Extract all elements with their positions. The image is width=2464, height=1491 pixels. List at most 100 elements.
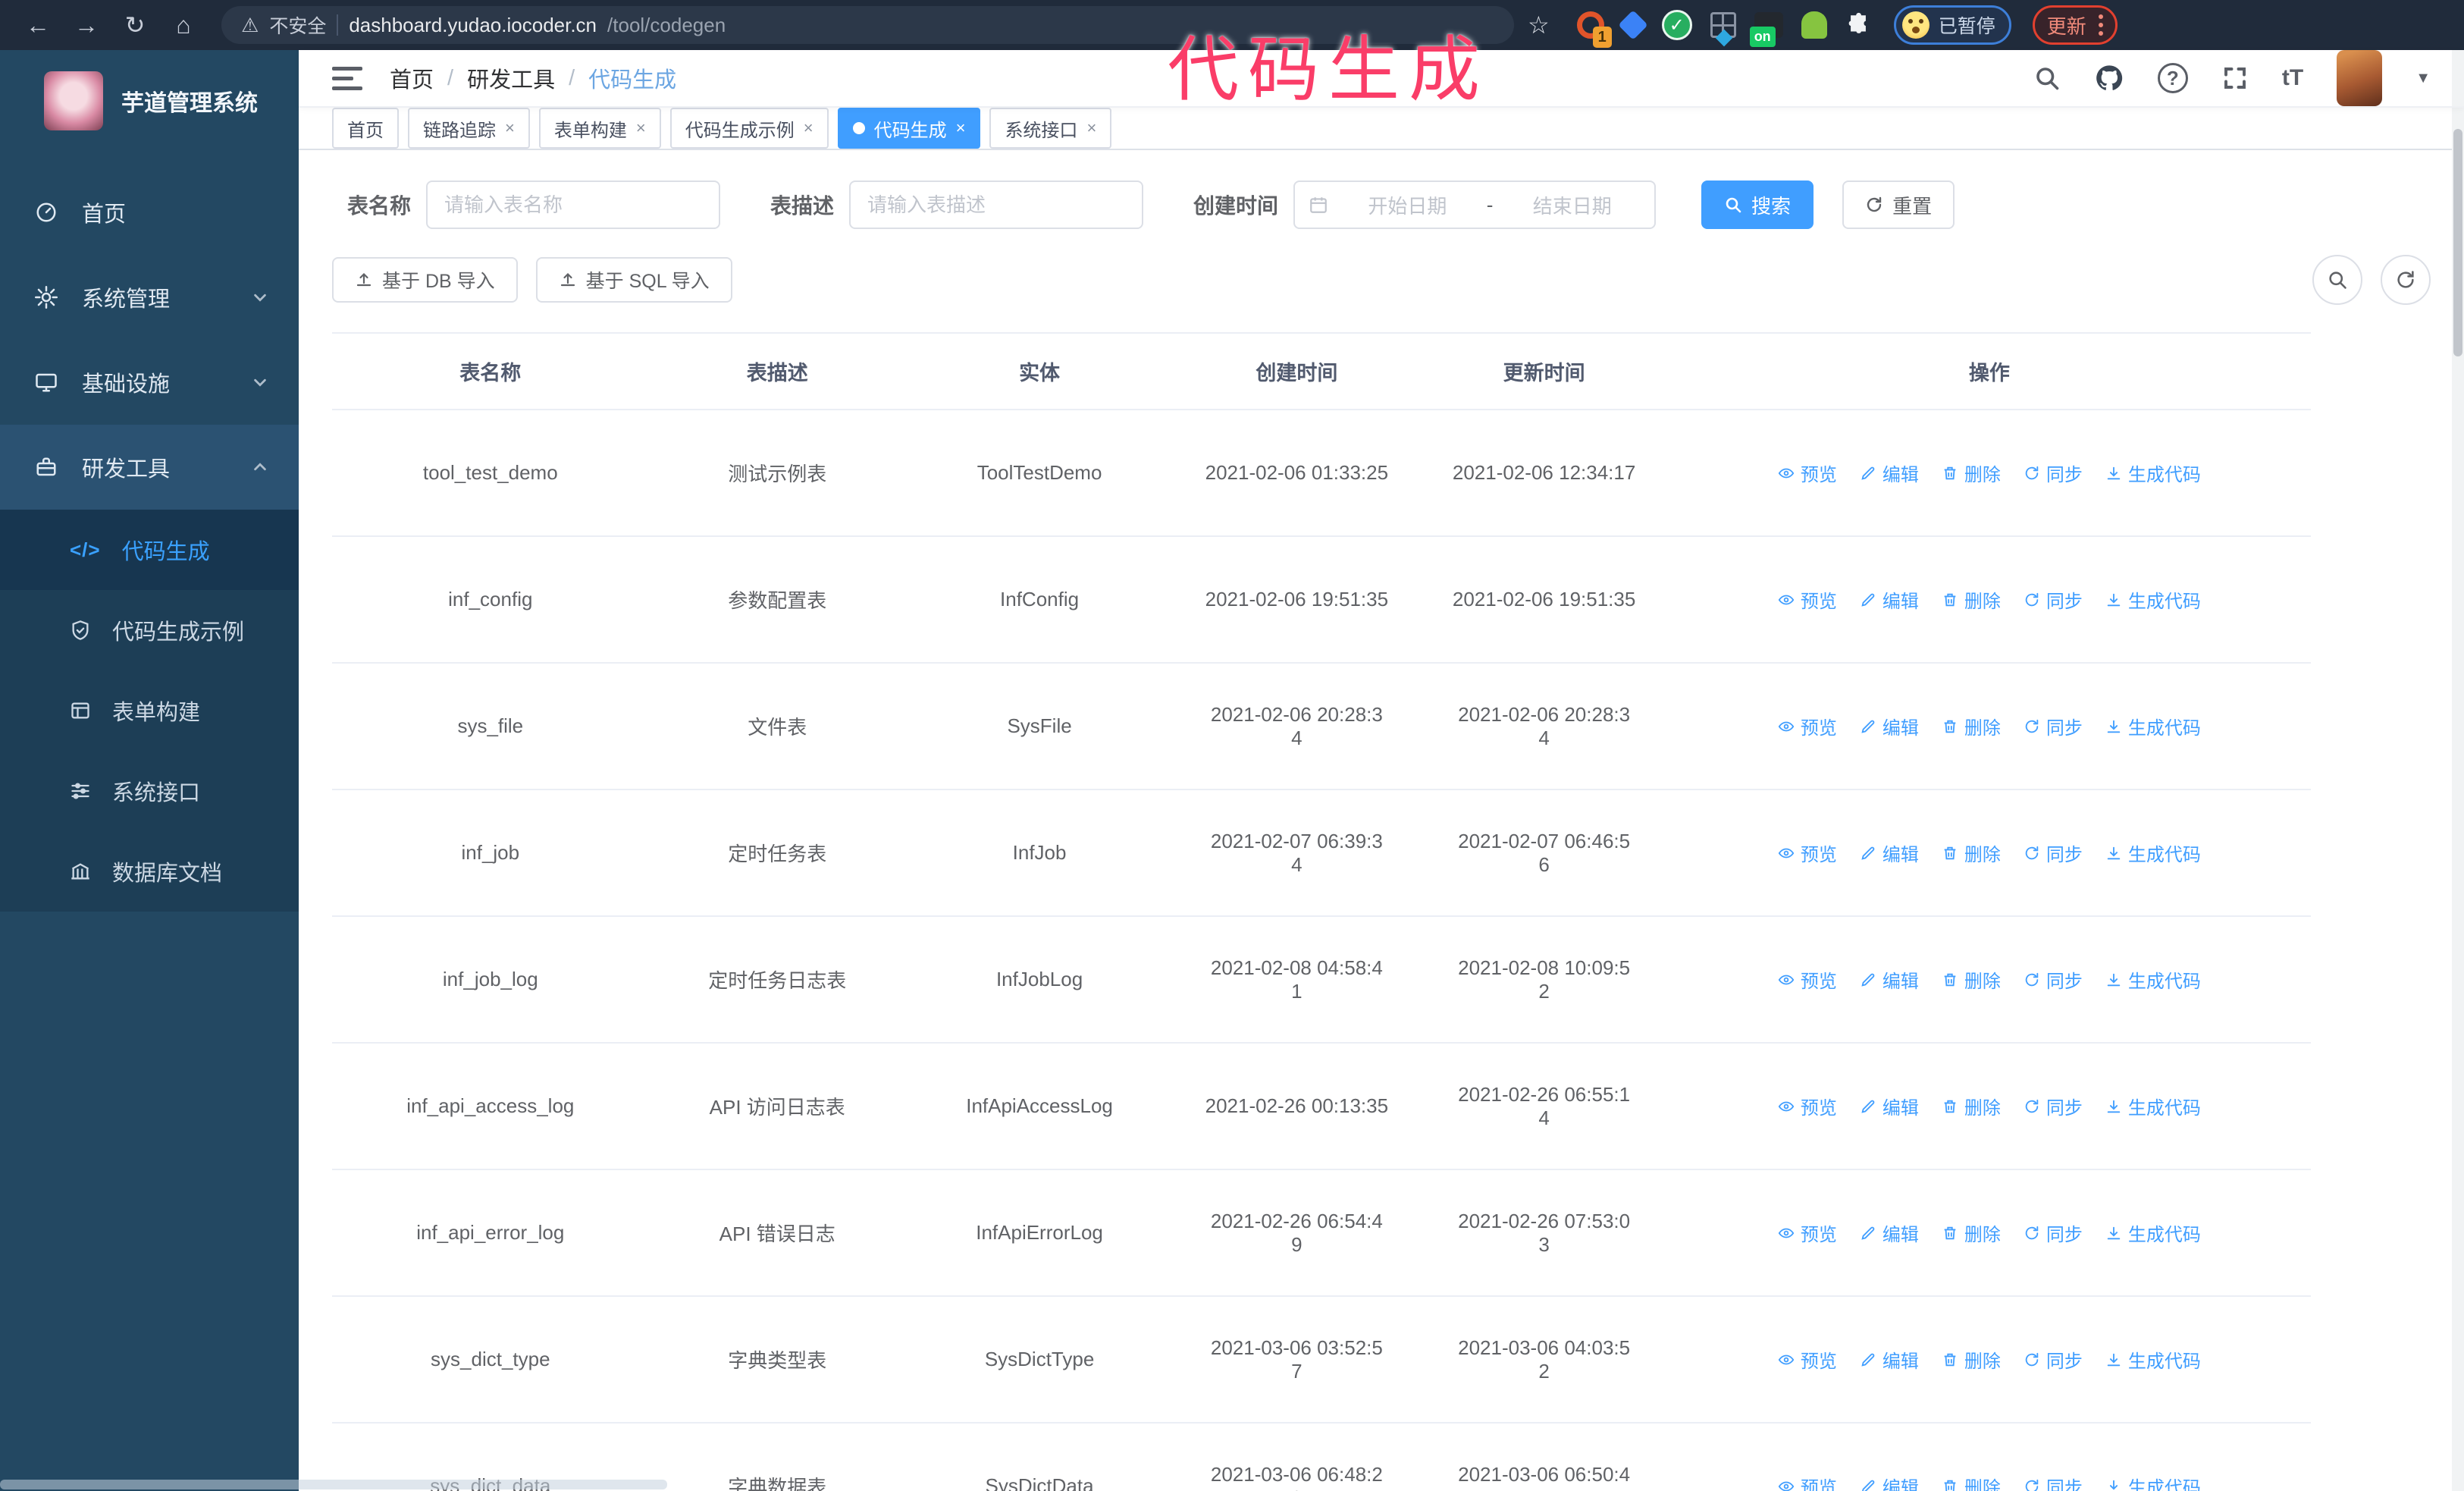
extension-icon-orange[interactable]: 1 [1576, 11, 1612, 48]
action-sync[interactable]: 同步 [2024, 966, 2083, 993]
home-icon[interactable]: ⌂ [162, 4, 205, 46]
action-delete[interactable]: 删除 [1942, 966, 2001, 993]
action-preview[interactable]: 预览 [1778, 713, 1837, 739]
action-edit[interactable]: 编辑 [1860, 1219, 1919, 1246]
tag-form-builder[interactable]: 表单构建 × [538, 108, 661, 149]
action-generate-code[interactable]: 生成代码 [2105, 713, 2201, 739]
action-sync[interactable]: 同步 [2024, 840, 2083, 866]
action-generate-code[interactable]: 生成代码 [2105, 1346, 2201, 1373]
action-edit[interactable]: 编辑 [1860, 840, 1919, 866]
action-edit[interactable]: 编辑 [1860, 966, 1919, 993]
action-edit[interactable]: 编辑 [1860, 1473, 1919, 1491]
date-range-picker[interactable]: 开始日期 - 结束日期 [1293, 180, 1657, 229]
extension-icon-dark[interactable]: on [1749, 12, 1783, 47]
extension-icon-droid[interactable] [1801, 11, 1827, 39]
tag-system-api[interactable]: 系统接口 × [989, 108, 1112, 149]
tag-codegen-example[interactable]: 代码生成示例 × [669, 108, 829, 149]
import-sql-button[interactable]: 基于 SQL 导入 [535, 257, 732, 303]
vertical-scrollbar[interactable] [2452, 50, 2464, 1491]
action-generate-code[interactable]: 生成代码 [2105, 586, 2201, 613]
action-preview[interactable]: 预览 [1778, 586, 1837, 613]
action-generate-code[interactable]: 生成代码 [2105, 1219, 2201, 1246]
bookmark-star-icon[interactable]: ☆ [1528, 11, 1550, 39]
action-delete[interactable]: 删除 [1942, 1346, 2001, 1373]
action-generate-code[interactable]: 生成代码 [2105, 1473, 2201, 1491]
user-avatar[interactable] [2337, 50, 2383, 106]
sidebar-item-system[interactable]: 系统管理 [0, 255, 299, 340]
toggle-search-button[interactable] [2312, 255, 2362, 305]
profile-paused-chip[interactable]: 已暂停 [1893, 5, 2011, 45]
tag-tracing[interactable]: 链路追踪 × [408, 108, 530, 149]
action-preview[interactable]: 预览 [1778, 460, 1837, 486]
fullscreen-icon[interactable] [2221, 64, 2249, 92]
browser-update-button[interactable]: 更新 [2032, 5, 2118, 45]
sidebar-logo[interactable]: 芋道管理系统 [0, 50, 299, 150]
action-generate-code[interactable]: 生成代码 [2105, 1093, 2201, 1119]
action-sync[interactable]: 同步 [2024, 1346, 2083, 1373]
action-sync[interactable]: 同步 [2024, 460, 2083, 486]
font-size-icon[interactable]: tT [2282, 65, 2303, 91]
action-delete[interactable]: 删除 [1942, 586, 2001, 613]
menu-kebab-icon[interactable] [2098, 14, 2103, 36]
table-name-input[interactable] [426, 180, 721, 229]
avatar-caret-icon[interactable]: ▼ [2415, 70, 2431, 87]
action-delete[interactable]: 删除 [1942, 1093, 2001, 1119]
tag-close-icon[interactable]: × [636, 118, 646, 138]
sidebar-item-form-builder[interactable]: 表单构建 [0, 670, 299, 751]
action-sync[interactable]: 同步 [2024, 1219, 2083, 1246]
action-delete[interactable]: 删除 [1942, 713, 2001, 739]
action-edit[interactable]: 编辑 [1860, 713, 1919, 739]
breadcrumb-devtools[interactable]: 研发工具 [467, 62, 555, 94]
action-edit[interactable]: 编辑 [1860, 586, 1919, 613]
search-icon[interactable] [2033, 64, 2061, 92]
tag-close-icon[interactable]: × [804, 118, 813, 138]
extension-icon-gem[interactable] [1617, 10, 1648, 40]
action-delete[interactable]: 删除 [1942, 460, 2001, 486]
sidebar-item-system-api[interactable]: 系统接口 [0, 751, 299, 831]
sidebar-item-devtools[interactable]: 研发工具 [0, 425, 299, 510]
github-icon[interactable] [2094, 63, 2124, 93]
extensions-puzzle-icon[interactable] [1845, 12, 1871, 38]
search-button[interactable]: 搜索 [1701, 180, 1814, 229]
reload-icon[interactable]: ↻ [114, 4, 156, 46]
extension-icon-grid[interactable] [1710, 12, 1736, 47]
scrollbar-thumb[interactable] [2453, 129, 2462, 356]
sidebar-item-codegen[interactable]: </> 代码生成 [0, 510, 299, 590]
action-preview[interactable]: 预览 [1778, 1093, 1837, 1119]
action-generate-code[interactable]: 生成代码 [2105, 460, 2201, 486]
action-generate-code[interactable]: 生成代码 [2105, 840, 2201, 866]
action-generate-code[interactable]: 生成代码 [2105, 966, 2201, 993]
action-delete[interactable]: 删除 [1942, 1473, 2001, 1491]
breadcrumb-home[interactable]: 首页 [390, 62, 434, 94]
action-edit[interactable]: 编辑 [1860, 460, 1919, 486]
sidebar-item-infra[interactable]: 基础设施 [0, 340, 299, 425]
tag-close-icon[interactable]: × [1086, 118, 1096, 138]
table-desc-input[interactable] [849, 180, 1144, 229]
action-preview[interactable]: 预览 [1778, 1219, 1837, 1246]
action-sync[interactable]: 同步 [2024, 1093, 2083, 1119]
tag-home[interactable]: 首页 [332, 108, 399, 149]
extension-icon-check[interactable]: ✓ [1661, 10, 1692, 40]
action-preview[interactable]: 预览 [1778, 840, 1837, 866]
help-icon[interactable]: ? [2157, 63, 2188, 93]
back-icon[interactable]: ← [17, 4, 59, 46]
tag-codegen[interactable]: 代码生成 × [837, 108, 981, 149]
action-preview[interactable]: 预览 [1778, 1346, 1837, 1373]
forward-icon[interactable]: → [65, 4, 108, 46]
refresh-table-button[interactable] [2381, 255, 2431, 305]
sidebar-item-home[interactable]: 首页 [0, 170, 299, 255]
action-edit[interactable]: 编辑 [1860, 1346, 1919, 1373]
import-db-button[interactable]: 基于 DB 导入 [332, 257, 518, 303]
action-delete[interactable]: 删除 [1942, 1219, 2001, 1246]
action-preview[interactable]: 预览 [1778, 966, 1837, 993]
sidebar-item-db-doc[interactable]: 数据库文档 [0, 831, 299, 912]
action-sync[interactable]: 同步 [2024, 1473, 2083, 1491]
action-sync[interactable]: 同步 [2024, 586, 2083, 613]
tag-close-icon[interactable]: × [956, 118, 966, 138]
tag-close-icon[interactable]: × [505, 118, 515, 138]
action-preview[interactable]: 预览 [1778, 1473, 1837, 1491]
sidebar-item-codegen-example[interactable]: 代码生成示例 [0, 590, 299, 670]
action-sync[interactable]: 同步 [2024, 713, 2083, 739]
reset-button[interactable]: 重置 [1842, 180, 1955, 229]
action-edit[interactable]: 编辑 [1860, 1093, 1919, 1119]
